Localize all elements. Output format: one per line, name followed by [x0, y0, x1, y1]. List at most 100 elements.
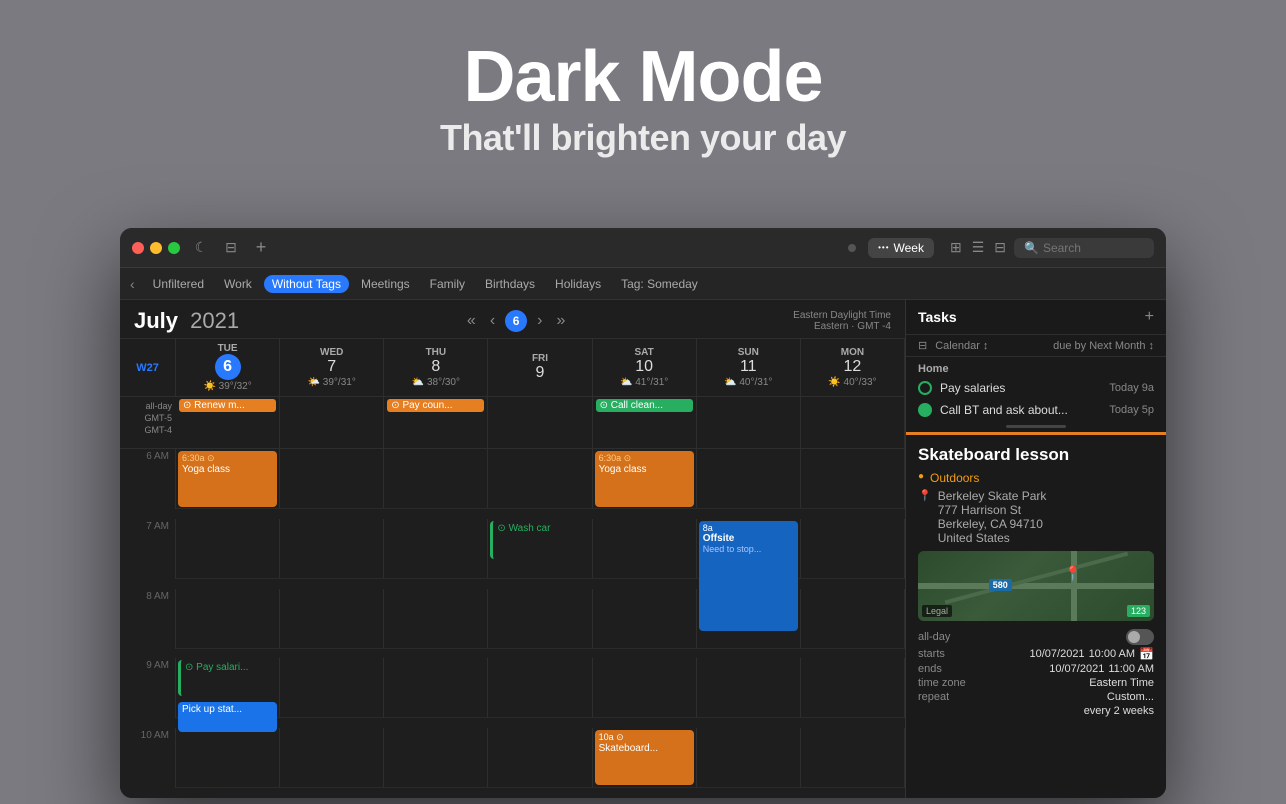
list-icon[interactable]: ☰ [972, 239, 985, 256]
week-grid: W27 TUE 6 ☀️ 39°/32° WED 7 🌤️ 39°/31° TH… [120, 339, 905, 798]
panel-icon[interactable]: ⊟ [994, 239, 1006, 256]
time-cell-8am-sat[interactable] [593, 589, 697, 649]
time-cell-8am-fri[interactable] [488, 589, 592, 649]
time-label-8am: 8 AM [120, 589, 176, 649]
allday-event-renew[interactable]: ⊙ Renew m... [179, 399, 276, 412]
time-cell-6am-tue[interactable]: 6:30a ⊙ Yoga class [176, 449, 280, 509]
task-item-call-bt[interactable]: Call BT and ask about... Today 5p [906, 399, 1166, 421]
allday-tue: ⊙ Renew m... [176, 397, 280, 448]
main-content: July 2021 « ‹ 6 › » Eastern Daylight Tim… [120, 300, 1166, 798]
timezone-info: Eastern Daylight Time Eastern · GMT -4 [793, 310, 891, 332]
time-cell-7am-thu[interactable] [384, 519, 488, 579]
event-yoga-sat[interactable]: 6:30a ⊙ Yoga class [595, 451, 694, 507]
event-wash-car[interactable]: ⊙ Wash car [490, 521, 589, 559]
map-road-v [1071, 551, 1077, 621]
sidebar-icon[interactable]: ⊟ [222, 239, 240, 257]
week-dots-icon: ••• [878, 243, 889, 252]
day-header-tue: TUE 6 ☀️ 39°/32° [176, 339, 280, 396]
filter-work[interactable]: Work [216, 275, 260, 293]
right-panel: Tasks + ⊟ Calendar ↕ due by Next Month ↕… [906, 300, 1166, 798]
allday-toggle[interactable] [1126, 629, 1154, 645]
location-city: Berkeley, CA 94710 [938, 517, 1047, 531]
time-cell-7am-fri[interactable]: ⊙ Wash car [488, 519, 592, 579]
time-cell-10am-wed[interactable] [280, 728, 384, 788]
filter-icon: ⊟ [918, 339, 927, 352]
ends-label: ends [918, 663, 942, 675]
event-skateboard-mini[interactable]: 10a ⊙ Skateboard... [595, 730, 694, 785]
time-cell-7am-sat[interactable] [593, 519, 697, 579]
map-pin: 📍 [1064, 565, 1081, 582]
time-cell-7am-wed[interactable] [280, 519, 384, 579]
back-icon[interactable]: ‹ [130, 276, 135, 292]
filter-tag-someday[interactable]: Tag: Someday [613, 275, 706, 293]
time-cell-9am-fri[interactable] [488, 658, 592, 718]
time-cell-9am-sun[interactable] [697, 658, 801, 718]
time-cell-6am-mon[interactable] [801, 449, 905, 509]
week-view-button[interactable]: ••• Week [868, 238, 934, 258]
filter-unfiltered[interactable]: Unfiltered [145, 275, 212, 293]
time-cell-8am-wed[interactable] [280, 589, 384, 649]
filter-without-tags[interactable]: Without Tags [264, 275, 349, 293]
time-cell-8am-sun[interactable] [697, 589, 801, 649]
time-cell-10am-sun[interactable] [697, 728, 801, 788]
cal-icon: 📅 [1139, 647, 1154, 661]
map-thumbnail[interactable]: 580 📍 Legal 123 [918, 551, 1154, 621]
event-yoga-tue[interactable]: 6:30a ⊙ Yoga class [178, 451, 277, 507]
fullscreen-button[interactable] [168, 242, 180, 254]
time-cell-6am-wed[interactable] [280, 449, 384, 509]
nav-next-next[interactable]: » [552, 310, 569, 332]
time-cell-7am-sun[interactable]: 8a Offsite Need to stop... [697, 519, 801, 579]
nav-next[interactable]: › [533, 310, 546, 332]
repeat-freq-value: every 2 weeks [1084, 705, 1154, 717]
event-pay-salaries[interactable]: ⊙ Pay salari... [178, 660, 277, 696]
time-cell-6am-sun[interactable] [697, 449, 801, 509]
map-road-diag [944, 551, 1127, 604]
tasks-add-button[interactable]: + [1145, 308, 1154, 326]
minimize-button[interactable] [150, 242, 162, 254]
allday-meta-value [1126, 629, 1154, 645]
time-cell-10am-sat[interactable]: 10a ⊙ Skateboard... [593, 728, 697, 788]
due-filter[interactable]: due by Next Month ↕ [1053, 340, 1154, 352]
time-cell-10am-fri[interactable] [488, 728, 592, 788]
time-cell-6am-thu[interactable] [384, 449, 488, 509]
allday-meta-label: all-day [918, 631, 950, 643]
time-cell-9am-wed[interactable] [280, 658, 384, 718]
filter-family[interactable]: Family [422, 275, 473, 293]
time-cell-9am-tue[interactable]: ⊙ Pay salari... Pick up stat... [176, 658, 280, 718]
time-cell-9am-mon[interactable] [801, 658, 905, 718]
filter-birthdays[interactable]: Birthdays [477, 275, 543, 293]
search-input[interactable] [1043, 241, 1144, 255]
allday-event-pay[interactable]: ⊙ Pay coun... [387, 399, 484, 412]
time-cell-10am-thu[interactable] [384, 728, 488, 788]
time-cell-8am-tue[interactable] [176, 589, 280, 649]
today-button[interactable]: 6 [505, 310, 527, 332]
time-cell-10am-mon[interactable] [801, 728, 905, 788]
time-cell-10am-tue[interactable] [176, 728, 280, 788]
filter-holidays[interactable]: Holidays [547, 275, 609, 293]
time-cell-6am-sat[interactable]: 6:30a ⊙ Yoga class [593, 449, 697, 509]
freeway-580: 580 [989, 579, 1012, 591]
circle-icon: ● [918, 471, 924, 482]
grid-icon[interactable]: ⊞ [950, 239, 962, 256]
nav-prev[interactable]: ‹ [486, 310, 499, 332]
search-bar[interactable]: 🔍 [1014, 238, 1154, 258]
time-label-7am: 7 AM [120, 519, 176, 579]
allday-event-call[interactable]: ⊙ Call clean... [596, 399, 693, 412]
calendar-filter[interactable]: Calendar ↕ [935, 340, 988, 352]
time-cell-8am-mon[interactable] [801, 589, 905, 649]
event-calendar-row: ● Outdoors [918, 471, 1154, 485]
nav-prev-prev[interactable]: « [463, 310, 480, 332]
time-cell-9am-sat[interactable] [593, 658, 697, 718]
filter-meetings[interactable]: Meetings [353, 275, 418, 293]
time-cell-7am-tue[interactable] [176, 519, 280, 579]
time-cell-7am-mon[interactable] [801, 519, 905, 579]
allday-row: all-day GMT-5 GMT-4 ⊙ Renew m... ⊙ Pay c… [120, 397, 905, 449]
time-cell-9am-thu[interactable] [384, 658, 488, 718]
close-button[interactable] [132, 242, 144, 254]
location-icon: 📍 [918, 489, 932, 502]
add-icon[interactable]: + [252, 239, 270, 257]
time-cell-6am-fri[interactable] [488, 449, 592, 509]
task-item-pay-salaries[interactable]: Pay salaries Today 9a [906, 377, 1166, 399]
timezone-value: Eastern Time [1089, 677, 1154, 689]
time-cell-8am-thu[interactable] [384, 589, 488, 649]
